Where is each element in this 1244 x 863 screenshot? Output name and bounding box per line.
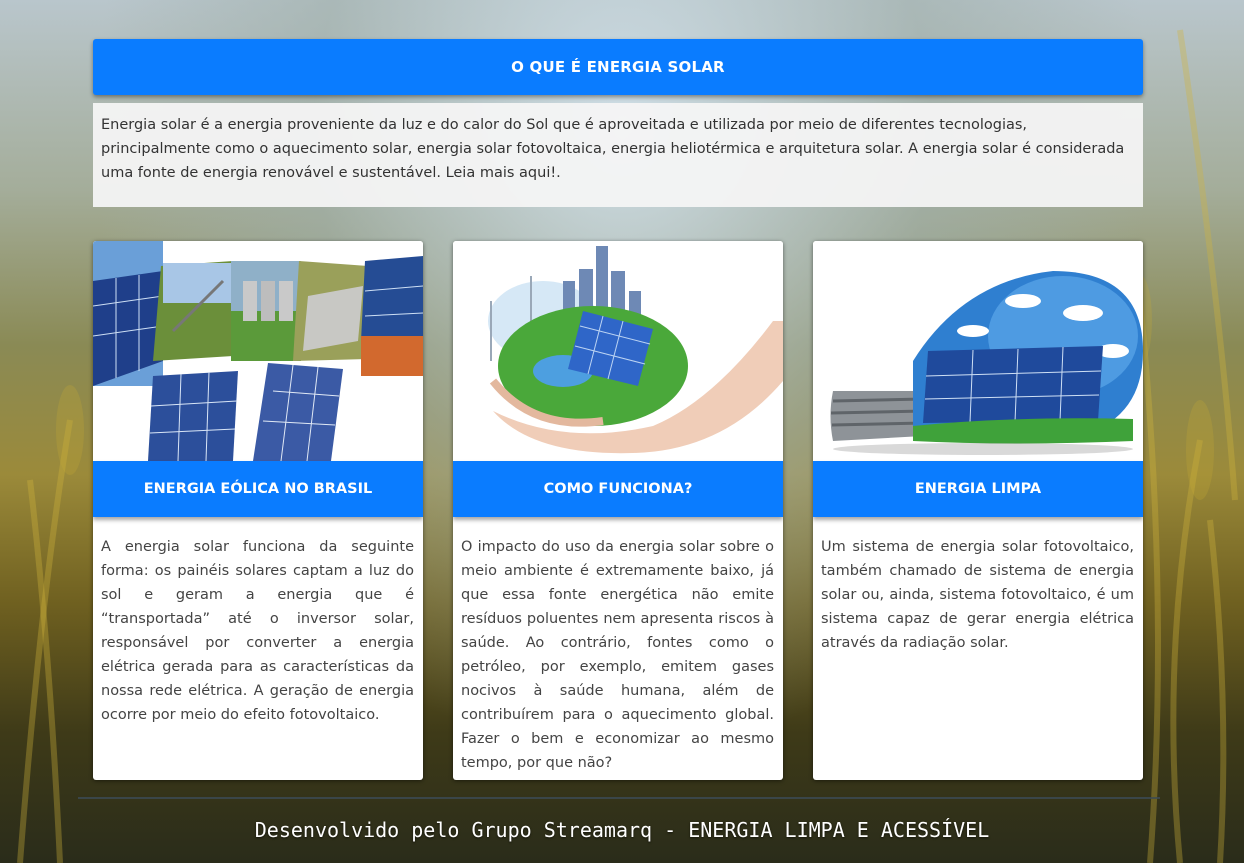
light-bulb-solar-image	[813, 241, 1143, 461]
card-energia-limpa: ENERGIA LIMPA Um sistema de energia sola…	[813, 241, 1143, 780]
card-title-bar: ENERGIA EÓLICA NO BRASIL	[93, 461, 423, 517]
card-como-funciona: COMO FUNCIONA? O impacto do uso da energ…	[453, 241, 783, 780]
footer-divider	[78, 797, 1160, 799]
footer-text: Desenvolvido pelo Grupo Streamarq - ENER…	[254, 818, 990, 842]
card-energia-eolica: ENERGIA EÓLICA NO BRASIL A energia solar…	[93, 241, 423, 780]
card-text: O impacto do uso da energia solar sobre …	[461, 539, 774, 771]
intro-text: Energia solar é a energia proveniente da…	[93, 103, 1143, 207]
intro-header: O QUE É ENERGIA SOLAR	[93, 39, 1143, 95]
card-title: ENERGIA LIMPA	[914, 481, 1042, 497]
card-title-bar: COMO FUNCIONA?	[453, 461, 783, 517]
card-text: Um sistema de energia solar fotovoltaico…	[821, 539, 1134, 651]
card-title: COMO FUNCIONA?	[543, 481, 693, 497]
solar-panels-collage-image	[93, 241, 423, 461]
card-title-bar: ENERGIA LIMPA	[813, 461, 1143, 517]
card-text: A energia solar funciona da seguinte for…	[101, 539, 414, 723]
hands-holding-earth-image	[453, 241, 783, 461]
card-title: ENERGIA EÓLICA NO BRASIL	[143, 481, 373, 497]
intro-title: O QUE É ENERGIA SOLAR	[511, 58, 725, 76]
